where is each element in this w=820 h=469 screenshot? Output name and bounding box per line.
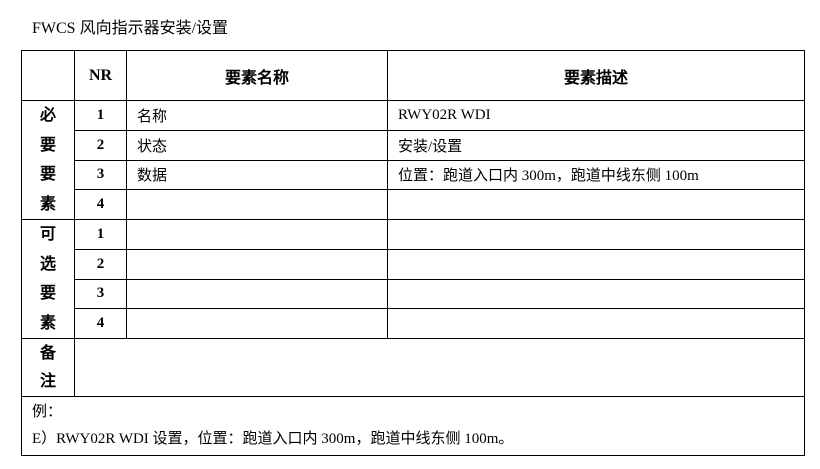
row-name bbox=[126, 308, 388, 339]
required-group-label: 必要要素 bbox=[21, 100, 75, 220]
row-desc: 位置：跑道入口内 300m，跑道中线东侧 100m bbox=[387, 159, 805, 191]
table-row: 必要要素 1 名称 RWY02R WDI bbox=[21, 100, 805, 220]
optional-group-label: 可选要素 bbox=[21, 219, 75, 339]
label-char: 素 bbox=[39, 195, 56, 213]
label-char: 素 bbox=[39, 314, 56, 332]
remark-label: 备注 bbox=[21, 338, 75, 397]
row-nr: 3 bbox=[74, 278, 127, 310]
label-char: 要 bbox=[39, 285, 56, 302]
row-desc bbox=[387, 248, 805, 280]
label-char: 要 bbox=[39, 166, 56, 183]
row-name: 状态 bbox=[126, 129, 388, 161]
row-name bbox=[126, 278, 388, 310]
element-table: NR 要素名称 要素描述 必要要素 1 名称 RWY02R WDI 2 状态 安… bbox=[21, 50, 805, 456]
header-name: 要素名称 bbox=[126, 50, 388, 101]
header-nr: NR bbox=[74, 50, 127, 101]
remark-row: 备注 bbox=[21, 338, 805, 397]
table-row: 2 bbox=[22, 248, 805, 280]
label-char: 要 bbox=[39, 136, 56, 154]
table-row: 3 数据 位置：跑道入口内 300m，跑道中线东侧 100m bbox=[22, 159, 805, 191]
document-title: FWCS 风向指示器安装/设置 bbox=[32, 20, 229, 37]
header-row: NR 要素名称 要素描述 bbox=[21, 50, 805, 101]
label-char: 可 bbox=[39, 226, 56, 243]
row-name bbox=[126, 219, 388, 250]
example-text: E）RWY02R WDI 设置，位置：跑道入口内 300m，跑道中线东侧 100… bbox=[32, 431, 514, 447]
example-row: 例： E）RWY02R WDI 设置，位置：跑道入口内 300m，跑道中线东侧 … bbox=[21, 396, 805, 456]
row-desc bbox=[387, 189, 805, 220]
row-nr: 1 bbox=[74, 219, 127, 250]
example-label: 例： bbox=[32, 404, 63, 420]
table-row: 4 bbox=[22, 308, 805, 339]
row-nr: 3 bbox=[74, 159, 127, 191]
row-nr: 2 bbox=[74, 248, 127, 280]
row-nr: 1 bbox=[74, 100, 127, 131]
row-name: 数据 bbox=[126, 159, 388, 191]
table-row: 2 状态 安装/设置 bbox=[22, 129, 805, 161]
row-desc: RWY02R WDI bbox=[387, 100, 805, 131]
row-name bbox=[126, 248, 388, 280]
table-row: 可选要素 1 bbox=[21, 219, 805, 339]
example-cell: 例： E）RWY02R WDI 设置，位置：跑道入口内 300m，跑道中线东侧 … bbox=[21, 396, 805, 456]
row-name bbox=[126, 189, 388, 220]
row-desc bbox=[387, 219, 805, 250]
row-nr: 2 bbox=[74, 129, 127, 161]
label-char: 选 bbox=[39, 255, 56, 273]
label-char: 注 bbox=[39, 372, 56, 390]
header-blank bbox=[21, 50, 75, 101]
label-char: 备 bbox=[39, 344, 56, 362]
row-name: 名称 bbox=[126, 100, 388, 131]
label-char: 必 bbox=[39, 107, 56, 124]
remark-content bbox=[74, 338, 805, 397]
row-desc bbox=[387, 308, 805, 339]
table-row: 3 bbox=[22, 278, 805, 310]
row-nr: 4 bbox=[74, 308, 127, 339]
row-nr: 4 bbox=[74, 189, 127, 220]
row-desc: 安装/设置 bbox=[387, 129, 805, 161]
row-desc bbox=[387, 278, 805, 310]
table-row: 4 bbox=[22, 189, 805, 220]
header-desc: 要素描述 bbox=[387, 50, 805, 101]
